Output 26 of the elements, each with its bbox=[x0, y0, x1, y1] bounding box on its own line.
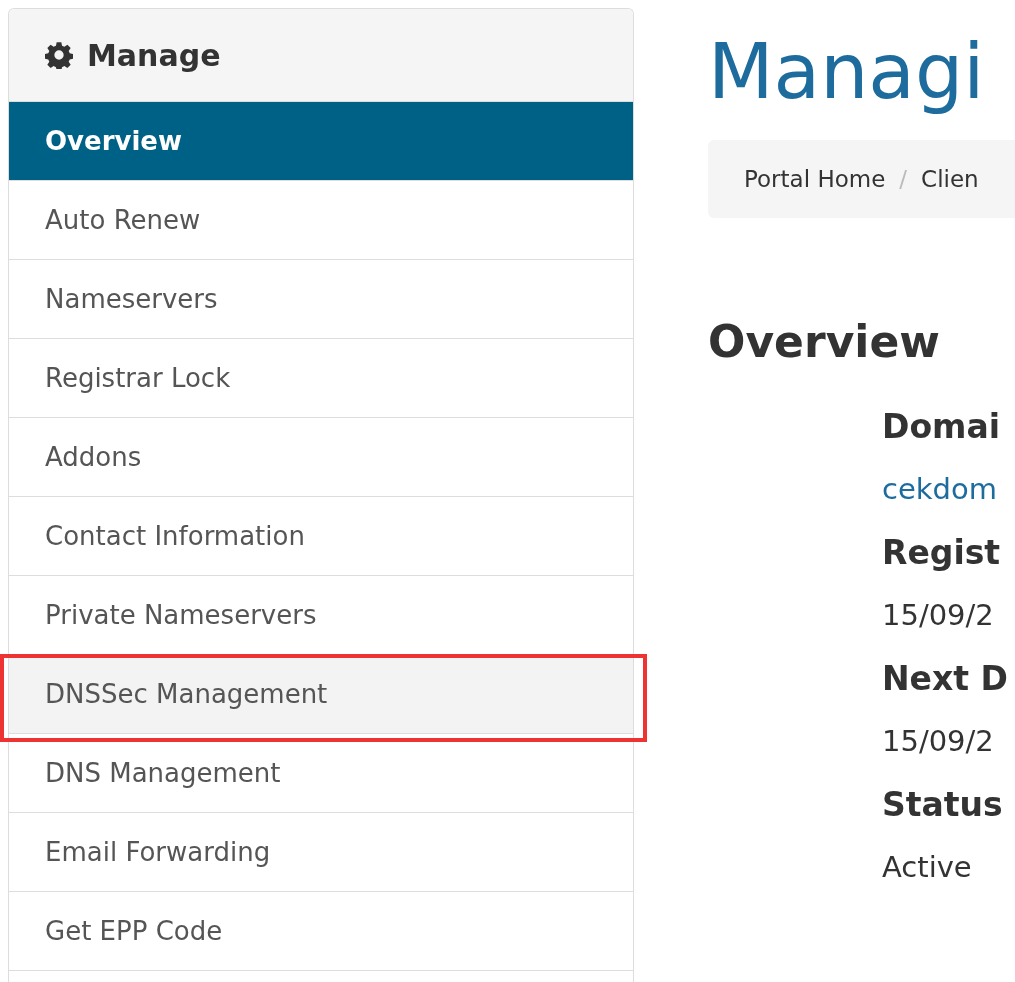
page-title: Managi bbox=[708, 26, 986, 118]
field-value: Active bbox=[882, 850, 972, 884]
sidebar-item[interactable]: Email Forwarding bbox=[9, 813, 633, 892]
field-value: 15/09/2 bbox=[882, 598, 994, 632]
settings-icon bbox=[45, 41, 73, 69]
domain-link[interactable]: cekdom bbox=[882, 472, 997, 506]
sidebar-item[interactable]: Private Nameservers bbox=[9, 576, 633, 655]
sidebar-item[interactable]: Contact Information bbox=[9, 497, 633, 576]
sidebar-item[interactable]: Nameservers bbox=[9, 260, 633, 339]
breadcrumb-link[interactable]: Portal Home bbox=[744, 166, 886, 192]
sidebar-item[interactable]: Overview bbox=[9, 102, 633, 181]
field-label: Status bbox=[882, 783, 1004, 826]
field-label: Regist bbox=[882, 531, 1002, 574]
sidebar-item[interactable]: DNSSec Management bbox=[9, 655, 633, 734]
field-value: 15/09/2 bbox=[882, 724, 994, 758]
field-label: Next D bbox=[882, 657, 1009, 700]
section-heading: Overview bbox=[708, 316, 941, 367]
sidebar-item[interactable]: Addons bbox=[9, 418, 633, 497]
breadcrumb-link[interactable]: Clien bbox=[921, 166, 979, 192]
sidebar-item[interactable]: Get EPP Code bbox=[9, 892, 633, 971]
sidebar-item[interactable]: DNS Management bbox=[9, 734, 633, 813]
sidebar-item[interactable]: Registrar Lock bbox=[9, 339, 633, 418]
sidebar-item[interactable]: Auto Renew bbox=[9, 181, 633, 260]
breadcrumb-separator: / bbox=[899, 166, 908, 192]
panel-title: Manage bbox=[87, 37, 221, 73]
field-label: Domai bbox=[882, 405, 1002, 448]
